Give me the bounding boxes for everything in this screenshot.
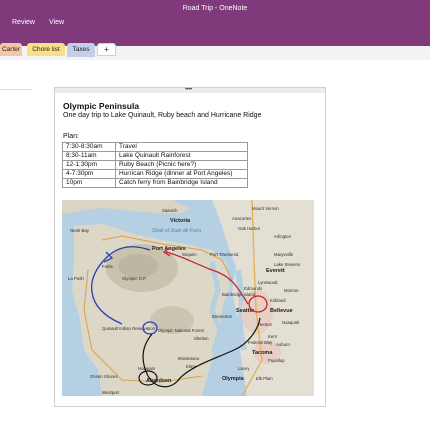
table-cell-activity[interactable]: Travel (115, 142, 248, 152)
table-cell-time[interactable]: 12-1:30pm (62, 160, 116, 170)
table-row: 4-7:30pm Hurrican Ridge (dinner at Port … (62, 169, 248, 179)
section-tab-carter[interactable]: Carter (0, 43, 22, 56)
menu-review[interactable]: Review (12, 19, 35, 26)
map-label-bremerton: Bremerton (212, 314, 233, 319)
section-tab-taxes[interactable]: Taxes (67, 43, 95, 57)
map-label-oak-harbor: Oak Harbor (238, 226, 261, 231)
map-label-victoria: Victoria (170, 218, 191, 224)
map-label-elma: Elma (186, 364, 196, 369)
map-label-issaquah: Issaquah (282, 320, 300, 325)
olympic-peninsula-map[interactable]: Saanich Victoria Strait of Juan de Fuca … (62, 200, 314, 396)
map-label-renton: Renton (258, 322, 272, 327)
map-label-puyallup: Puyallup (268, 358, 285, 363)
map-label-federal-way: Federal Way (248, 340, 273, 345)
table-row: 10pm Catch ferry from Bainbridge Island (62, 178, 248, 188)
map-label-saanich: Saanich (162, 208, 178, 213)
plan-label: Plan: (63, 133, 79, 140)
map-label-olympia: Olympia (222, 376, 245, 382)
map-label-arlington: Arlington (274, 234, 292, 239)
table-cell-activity[interactable]: Lake Quinault Rainforest (115, 151, 248, 161)
table-cell-time[interactable]: 7:30-8:30am (62, 142, 116, 152)
table-cell-activity[interactable]: Catch ferry from Bainbridge Island (115, 178, 248, 188)
table-cell-time[interactable]: 10pm (62, 178, 116, 188)
map-label-auburn: Auburn (276, 342, 290, 347)
map-label-kirkland: Kirkland (270, 298, 286, 303)
section-tab-chore-list[interactable]: Chore list (27, 43, 65, 56)
map-label-anacortes: Anacortes (232, 216, 251, 221)
drag-handle-icon[interactable]: • • • • (185, 87, 192, 93)
map-label-monroe: Monroe (284, 288, 299, 293)
map-mountain-core (118, 254, 158, 278)
map-label-bellevue: Bellevue (270, 308, 293, 314)
map-label-port-townsend: Port Townsend (210, 252, 239, 257)
map-label-ocean-shores: Ocean Shores (90, 374, 117, 379)
menu-view[interactable]: View (49, 19, 64, 26)
table-cell-activity[interactable]: Hurrican Ridge (dinner at Port Angeles) (115, 169, 248, 179)
map-label-westport: Westport (102, 390, 120, 395)
map-label-la-push: La Push (68, 276, 84, 281)
map-label-lynnwood: Lynnwood (258, 280, 278, 285)
map-label-everett: Everett (266, 268, 285, 274)
map-label-hoquiam: Hoquiam (138, 366, 156, 371)
map-label-elk-plain: Elk Plain (256, 376, 273, 381)
map-label-neah-bay: Neah Bay (70, 228, 90, 233)
plan-table[interactable]: 7:30-8:30am Travel 8:30-11am Lake Quinau… (62, 142, 248, 188)
map-label-montesano: Montesano (178, 356, 200, 361)
window-title: Road Trip - OneNote (182, 5, 248, 12)
map-label-olympic-np: Olympic N.P. (122, 276, 147, 281)
note-title: Olympic Peninsula (63, 101, 140, 111)
map-label-lake-stevens: Lake Stevens (274, 262, 300, 267)
table-row: 7:30-8:30am Travel (62, 142, 248, 152)
note-container[interactable]: • • • • Olympic Peninsula One day trip t… (54, 87, 326, 407)
table-cell-time[interactable]: 4-7:30pm (62, 169, 116, 179)
map-label-bainbridge: Bainbridge Island (222, 292, 256, 297)
map-label-kent: Kent (268, 334, 278, 339)
map-label-strait: Strait of Juan de Fuca (152, 228, 201, 234)
add-section-button[interactable]: + (97, 43, 116, 56)
map-label-edmonds: Edmonds (244, 286, 262, 291)
map-label-quinault: Quinault Indian Reservation (102, 326, 156, 331)
note-subtitle: One day trip to Lake Quinault, Ruby beac… (63, 112, 262, 119)
note-container-handle[interactable]: • • • • (55, 87, 325, 93)
map-label-tacoma: Tacoma (252, 350, 273, 356)
map-label-lacey: Lacey (238, 366, 250, 371)
table-cell-activity[interactable]: Ruby Beach (Picnic here?) (115, 160, 248, 170)
map-label-shelton: Shelton (194, 336, 209, 341)
map-label-mount-vernon: Mount Vernon (252, 206, 279, 211)
map-label-olympic-nf: Olympic National Forest (158, 328, 205, 333)
map-label-forks: Forks (102, 264, 113, 269)
table-row: 8:30-11am Lake Quinault Rainforest (62, 151, 248, 161)
map-label-sequim: Sequim (182, 252, 197, 257)
map-label-marysville: Marysville (274, 252, 294, 257)
table-row: 12-1:30pm Ruby Beach (Picnic here?) (62, 160, 248, 170)
table-cell-time[interactable]: 8:30-11am (62, 151, 116, 161)
title-bar: Road Trip - OneNote Review View (0, 0, 430, 46)
page-title-underline (0, 89, 32, 90)
